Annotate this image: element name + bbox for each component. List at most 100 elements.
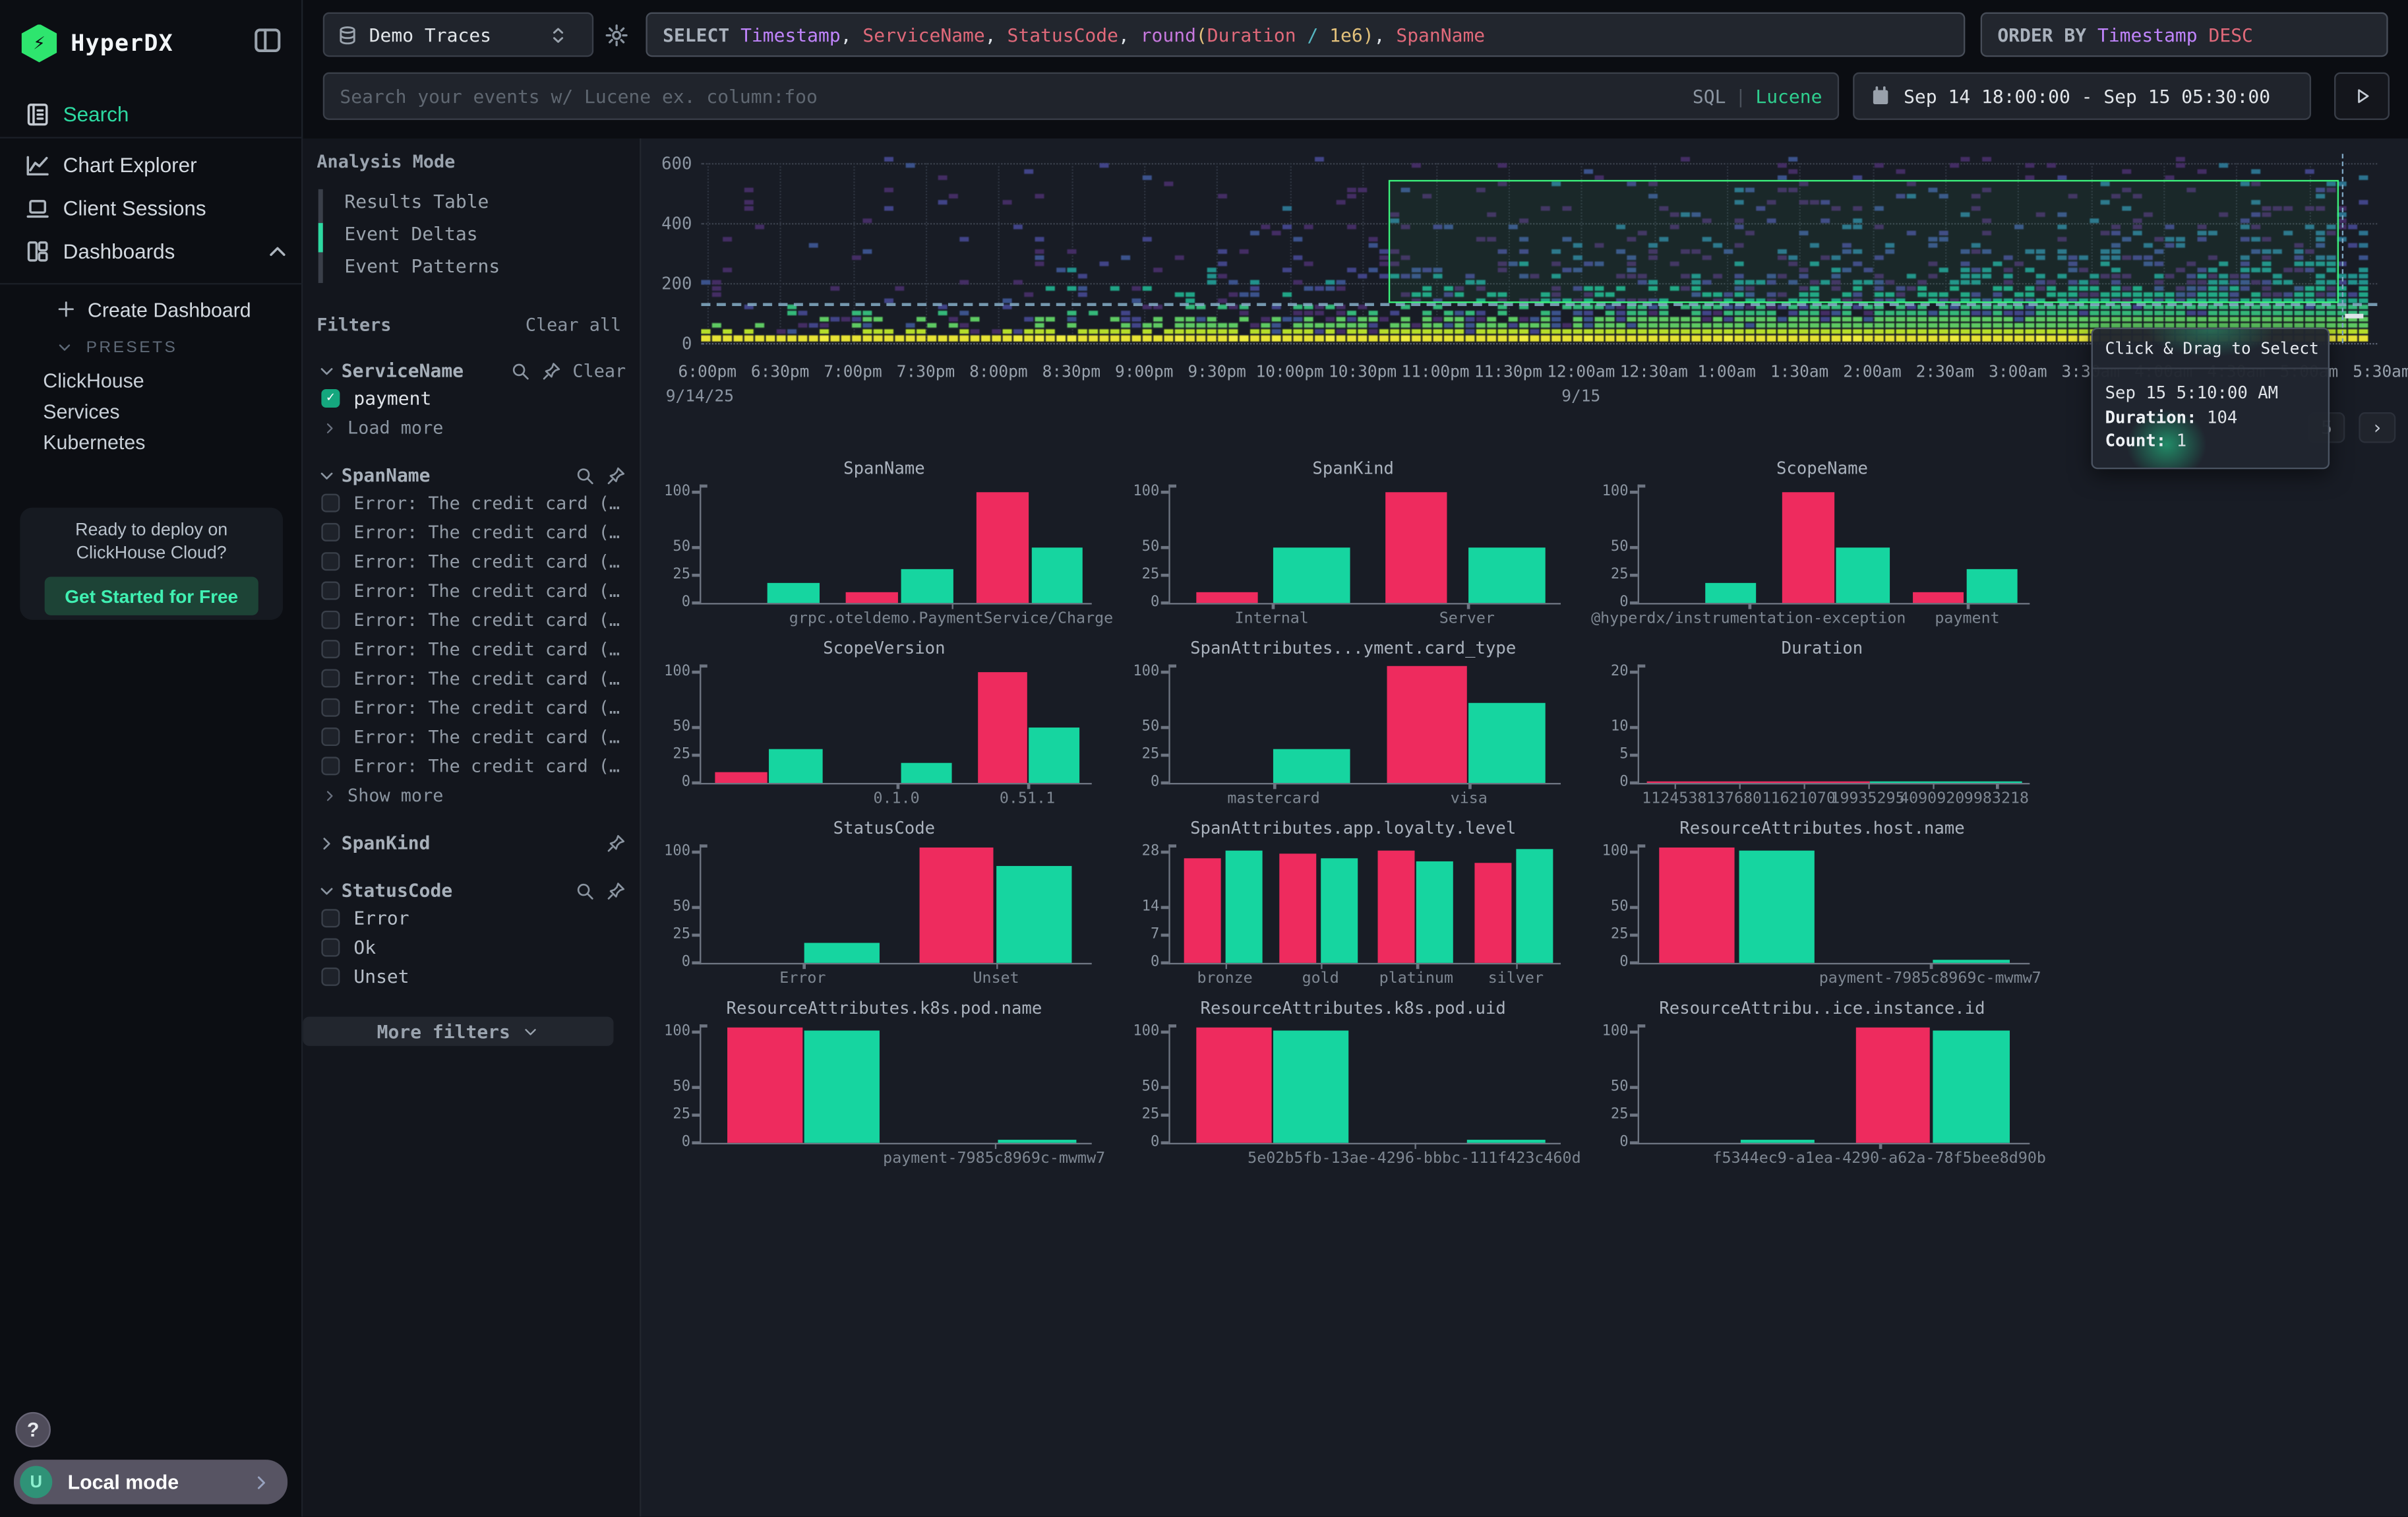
chart-plot[interactable]: 10050250@hyperdx/instrumentation-excepti… [1638, 485, 2030, 605]
chart-plot[interactable]: 10050250payment-7985c8969c-mwmw7 [700, 1024, 1092, 1144]
filter-group-name[interactable]: ServiceName [342, 360, 464, 382]
filter-item-error-the-credit-card-[interactable]: Error: The credit card (… [316, 694, 626, 722]
chevron-right-icon [251, 1471, 272, 1493]
chevron-down-icon[interactable] [316, 881, 336, 900]
sidebar-item-dashboards[interactable]: Dashboards [0, 229, 303, 272]
checkbox[interactable] [321, 669, 340, 687]
more-filters-button[interactable]: More filters [303, 1016, 613, 1045]
preset-item-kubernetes[interactable]: Kubernetes [0, 427, 303, 458]
filter-group-name[interactable]: SpanKind [342, 832, 431, 854]
filter-item-error-the-credit-card-[interactable]: Error: The credit card (… [316, 518, 626, 546]
checkbox[interactable] [321, 968, 340, 986]
sidebar-item-search[interactable]: Search [0, 92, 303, 135]
filter-item-payment[interactable]: ✓payment [316, 385, 626, 412]
source-select[interactable]: Demo Traces [323, 13, 593, 57]
filter-group-actions: Clear [511, 360, 626, 382]
filter-item-error-the-credit-card-[interactable]: Error: The credit card (… [316, 752, 626, 780]
filter-group-name[interactable]: StatusCode [342, 880, 452, 902]
presets-section[interactable]: PRESETS [0, 329, 303, 366]
checkbox[interactable] [321, 909, 340, 927]
filter-item-error-the-credit-card-[interactable]: Error: The credit card (… [316, 723, 626, 751]
filter-item-ok[interactable]: Ok [316, 934, 626, 962]
filter-item-error-the-credit-card-[interactable]: Error: The credit card (… [316, 606, 626, 634]
clear-filter-button[interactable]: Clear [572, 360, 626, 382]
sql-mode-button[interactable]: SQL [1693, 85, 1726, 107]
pin-icon[interactable] [606, 465, 626, 485]
checkbox[interactable] [321, 698, 340, 717]
chart-plot[interactable]: 10050250payment-7985c8969c-mwmw7 [1638, 844, 2030, 964]
sidebar-item-chart-explorer[interactable]: Chart Explorer [0, 143, 303, 186]
y-tick [692, 1142, 698, 1144]
checkbox[interactable] [321, 939, 340, 957]
chart-plot[interactable]: 10050250InternalServer [1168, 485, 1561, 605]
analysis-mode-results-table[interactable]: Results Table [318, 186, 640, 218]
checkbox[interactable]: ✓ [321, 389, 340, 408]
search-input[interactable] [340, 85, 1478, 107]
chevron-down-icon[interactable] [316, 361, 336, 381]
pin-icon[interactable] [606, 833, 626, 853]
chevron-right-icon[interactable] [316, 833, 336, 853]
y-tick [1630, 491, 1637, 493]
create-dashboard-button[interactable]: Create Dashboard [0, 289, 303, 329]
chart-plot[interactable]: 10050250mastercardvisa [1168, 664, 1561, 784]
chart-plot[interactable]: 100502505e02b5fb-13ae-4296-bbbc-111f423c… [1168, 1024, 1561, 1144]
search-icon[interactable] [511, 361, 531, 381]
mini-chart-statuscode: StatusCode10050250ErrorUnset [659, 819, 1108, 991]
checkbox[interactable] [321, 552, 340, 571]
chart-plot[interactable]: 2010501124538137680116210701993529540909… [1638, 664, 2030, 784]
get-started-button[interactable]: Get Started for Free [45, 577, 258, 615]
filter-item-unset[interactable]: Unset [316, 963, 626, 991]
chart-plot[interactable]: 10050250grpc.oteldemo.PaymentService/Cha… [700, 485, 1092, 605]
filter-item-error-the-credit-card-[interactable]: Error: The credit card (… [316, 577, 626, 605]
preset-item-services[interactable]: Services [0, 397, 303, 428]
y-tick [1161, 546, 1168, 548]
filter-item-error[interactable]: Error [316, 904, 626, 932]
checkbox[interactable] [321, 523, 340, 542]
pin-icon[interactable] [542, 361, 562, 381]
date-range-picker[interactable]: Sep 14 18:00:00 - Sep 15 05:30:00 [1853, 73, 2311, 120]
checkbox[interactable] [321, 640, 340, 658]
checkbox[interactable] [321, 611, 340, 629]
filter-item-error-the-credit-card-[interactable]: Error: The credit card (… [316, 664, 626, 692]
sql-select-editor[interactable]: SELECT Timestamp, ServiceName, StatusCod… [646, 13, 1965, 57]
load-more-button[interactable]: Load more [316, 416, 626, 440]
clear-all-button[interactable]: Clear all [526, 314, 621, 336]
order-by-editor[interactable]: ORDER BY Timestamp DESC [1981, 13, 2388, 57]
filter-item-label: Error [353, 908, 409, 929]
local-mode-button[interactable]: U Local mode [14, 1460, 287, 1504]
pin-icon[interactable] [606, 881, 626, 900]
checkbox[interactable] [321, 582, 340, 600]
analysis-mode-event-deltas[interactable]: Event Deltas [318, 218, 640, 251]
chart-plot[interactable]: 100502500.1.00.51.1 [700, 664, 1092, 784]
checkbox[interactable] [321, 728, 340, 746]
y-tick-label: 7 [1127, 926, 1159, 943]
filter-group-name[interactable]: SpanName [342, 464, 431, 486]
run-query-button[interactable] [2334, 73, 2390, 120]
help-button[interactable]: ? [15, 1412, 51, 1448]
selection-rectangle[interactable] [1389, 179, 2339, 302]
next-page-button[interactable]: › [2359, 412, 2395, 443]
show-more-button[interactable]: Show more [316, 783, 626, 807]
filter-item-error-the-credit-card-[interactable]: Error: The credit card (… [316, 635, 626, 663]
mini-chart-spanattributes-yment-card-type: SpanAttributes...yment.card_type10050250… [1129, 638, 1578, 811]
checkbox[interactable] [321, 757, 340, 775]
search-icon[interactable] [575, 881, 595, 900]
lucene-mode-button[interactable]: Lucene [1755, 85, 1822, 107]
sidebar-collapse-icon[interactable] [252, 24, 283, 55]
search-icon[interactable] [575, 465, 595, 485]
y-tick-label: 100 [1596, 1023, 1629, 1040]
chart-plot[interactable]: 10050250ErrorUnset [700, 844, 1092, 964]
analysis-mode-event-patterns[interactable]: Event Patterns [318, 251, 640, 283]
preset-item-clickhouse[interactable]: ClickHouse [0, 366, 303, 397]
x-tick-label: silver [1488, 971, 1544, 988]
checkbox[interactable] [321, 494, 340, 512]
filter-item-error-the-credit-card-[interactable]: Error: The credit card (… [316, 489, 626, 517]
chart-plot[interactable]: 281470bronzegoldplatinumsilver [1168, 844, 1561, 964]
gear-icon[interactable] [604, 23, 628, 47]
x-tick [1467, 603, 1469, 609]
chevron-down-icon[interactable] [316, 465, 336, 485]
y-tick-label: 100 [1127, 483, 1159, 500]
chart-plot[interactable]: 10050250f5344ec9-a1ea-4290-a62a-78f5bee8… [1638, 1024, 2030, 1144]
filter-item-error-the-credit-card-[interactable]: Error: The credit card (… [316, 547, 626, 575]
sidebar-item-client-sessions[interactable]: Client Sessions [0, 186, 303, 229]
